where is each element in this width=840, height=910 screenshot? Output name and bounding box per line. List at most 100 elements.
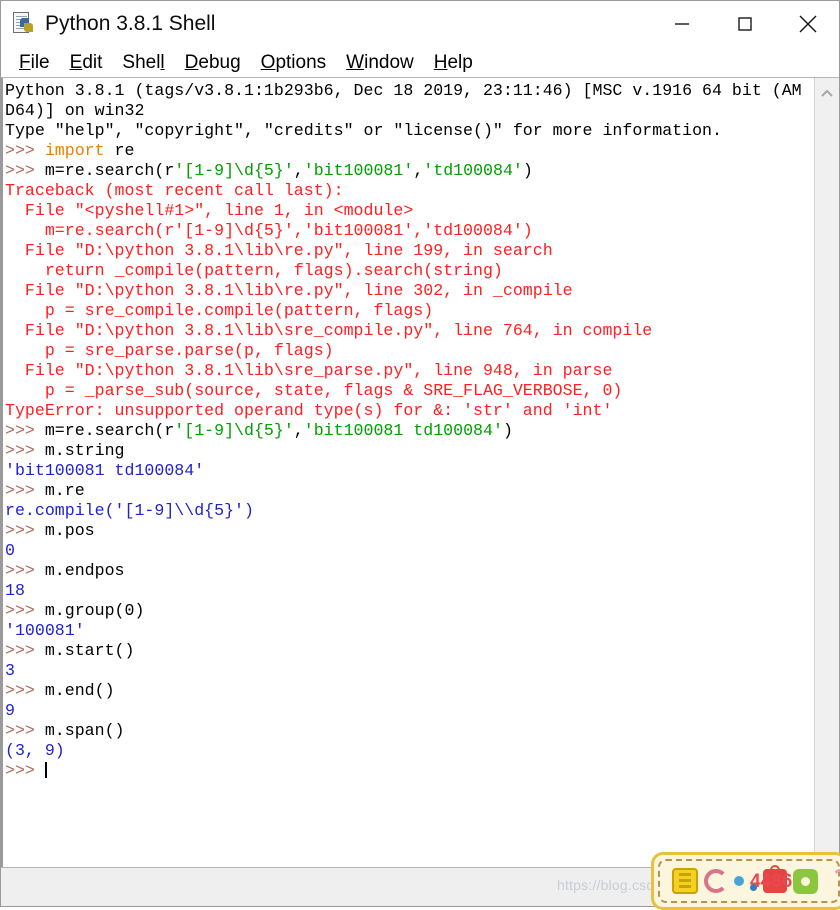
shell-line: >>> m.end() bbox=[5, 681, 814, 701]
shell-line: >>> m.pos bbox=[5, 521, 814, 541]
shell-line: >>> m=re.search(r'[1-9]\d{5}','bit100081… bbox=[5, 161, 814, 181]
menu-item-window[interactable]: Window bbox=[336, 53, 424, 72]
shell-token-plain: m.string bbox=[44, 441, 125, 460]
shell-line: 3 bbox=[5, 661, 814, 681]
shell-token-plain: m.span() bbox=[44, 721, 125, 740]
shell-token-plain: m.pos bbox=[44, 521, 95, 540]
shell-line: p = sre_parse.parse(p, flags) bbox=[5, 341, 814, 361]
shell-token-prompt: >>> bbox=[5, 521, 45, 540]
badge-tail-decoration bbox=[832, 869, 840, 891]
shell-token-str: 'bit100081' bbox=[303, 161, 414, 180]
menu-item-options[interactable]: Options bbox=[251, 53, 336, 72]
shell-line: TypeError: unsupported operand type(s) f… bbox=[5, 401, 814, 421]
shell-line: m=re.search(r'[1-9]\d{5}','bit100081','t… bbox=[5, 221, 814, 241]
shell-token-plain: , bbox=[293, 421, 304, 440]
shell-token-plain: ) bbox=[522, 161, 533, 180]
c-icon bbox=[704, 869, 728, 893]
chevron-up-icon bbox=[821, 89, 833, 97]
shell-line: File "D:\python 3.8.1\lib\sre_parse.py",… bbox=[5, 361, 814, 381]
shell-line: >>> import re bbox=[5, 141, 814, 161]
menu-accel-debug: D bbox=[184, 51, 199, 73]
shell-token-prompt: >>> bbox=[5, 441, 45, 460]
shell-line: 18 bbox=[5, 581, 814, 601]
shell-token-prompt: >>> bbox=[5, 721, 45, 740]
shell-line: File "<pyshell#1>", line 1, in <module> bbox=[5, 201, 814, 221]
shell-line: re.compile('[1-9]\\d{5}') bbox=[5, 501, 814, 521]
shell-token-err: File "D:\python 3.8.1\lib\sre_parse.py",… bbox=[5, 361, 613, 380]
close-icon bbox=[798, 15, 817, 33]
badge-icon-row bbox=[654, 855, 840, 907]
shell-token-prompt: >>> bbox=[5, 481, 45, 500]
menu-item-shell[interactable]: Shell bbox=[112, 53, 174, 72]
shell-line: >>> m=re.search(r'[1-9]\d{5}','bit100081… bbox=[5, 421, 814, 441]
menu-accel-shell: Shel bbox=[122, 51, 161, 73]
shell-token-plain: , bbox=[413, 161, 424, 180]
menu-rest-help: elp bbox=[447, 51, 473, 73]
shell-line: return _compile(pattern, flags).search(s… bbox=[5, 261, 814, 281]
shell-token-out: (3, 9) bbox=[5, 741, 65, 760]
menu-item-help[interactable]: Help bbox=[424, 53, 483, 72]
shell-token-err: File "D:\python 3.8.1\lib\sre_compile.py… bbox=[5, 321, 653, 340]
menu-accel-edit: E bbox=[69, 51, 83, 73]
shell-token-kw: import bbox=[44, 141, 105, 160]
shell-token-out: 18 bbox=[5, 581, 25, 600]
menu-accel-window: W bbox=[346, 51, 365, 73]
menu-rest-window: indow bbox=[364, 51, 414, 73]
menu-item-file[interactable]: File bbox=[9, 53, 60, 72]
shell-line: p = sre_compile.compile(pattern, flags) bbox=[5, 301, 814, 321]
shell-token-out: 0 bbox=[5, 541, 15, 560]
flower-icon bbox=[672, 868, 698, 894]
shell-token-out: 3 bbox=[5, 661, 15, 680]
shell-line: >>> bbox=[5, 761, 814, 781]
python-idle-icon bbox=[12, 12, 36, 36]
close-button[interactable] bbox=[776, 1, 839, 47]
shell-token-plain: m.start() bbox=[44, 641, 135, 660]
shell-token-err: p = sre_compile.compile(pattern, flags) bbox=[5, 301, 434, 320]
shell-token-prompt: >>> bbox=[5, 161, 45, 180]
shell-token-str: 'bit100081 td100084' bbox=[303, 421, 503, 440]
text-caret bbox=[44, 762, 47, 778]
shell-line: (3, 9) bbox=[5, 741, 814, 761]
scroll-up-button[interactable] bbox=[815, 82, 839, 106]
maximize-icon bbox=[737, 17, 752, 31]
idle-shell-window: Python 3.8.1 Shell File Edit Shell Debug… bbox=[0, 0, 840, 910]
shell-output-text[interactable]: Python 3.8.1 (tags/v3.8.1:1b293b6, Dec 1… bbox=[1, 78, 814, 867]
shell-token-plain: m.re bbox=[44, 481, 85, 500]
minimize-button[interactable] bbox=[650, 1, 713, 47]
shell-line: >>> m.string bbox=[5, 441, 814, 461]
shell-token-str: '[1-9]\d{5}' bbox=[174, 161, 294, 180]
titlebar[interactable]: Python 3.8.1 Shell bbox=[1, 1, 839, 47]
shell-line: >>> m.endpos bbox=[5, 561, 814, 581]
decorative-badge-overlay: 4486 bbox=[651, 852, 840, 910]
shell-token-err: p = _parse_sub(source, state, flags & SR… bbox=[5, 381, 623, 400]
shell-token-plain: , bbox=[293, 161, 304, 180]
shell-token-err: m=re.search(r'[1-9]\d{5}','bit100081','t… bbox=[5, 221, 533, 240]
shell-token-err: Traceback (most recent call last): bbox=[5, 181, 344, 200]
menu-rest-shell: l bbox=[160, 51, 165, 73]
shell-token-out: re.compile('[1-9]\\d{5}') bbox=[5, 501, 254, 520]
window-title: Python 3.8.1 Shell bbox=[45, 12, 216, 35]
shell-token-prompt: >>> bbox=[5, 641, 45, 660]
shell-token-plain: m.end() bbox=[44, 681, 115, 700]
menu-rest-debug: ebug bbox=[198, 51, 241, 73]
window-controls bbox=[650, 1, 839, 47]
shell-area: Python 3.8.1 (tags/v3.8.1:1b293b6, Dec 1… bbox=[1, 78, 839, 867]
shell-token-plain: D64)] on win32 bbox=[5, 101, 145, 120]
menu-rest-file: ile bbox=[30, 51, 50, 73]
menu-item-edit[interactable]: Edit bbox=[60, 53, 113, 72]
shell-token-out: 9 bbox=[5, 701, 15, 720]
menu-item-debug[interactable]: Debug bbox=[175, 53, 251, 72]
vertical-scrollbar[interactable] bbox=[814, 78, 839, 867]
shell-token-plain: ) bbox=[502, 421, 513, 440]
shell-line: >>> m.span() bbox=[5, 721, 814, 741]
shell-line: >>> m.re bbox=[5, 481, 814, 501]
shell-token-str: 'td100084' bbox=[423, 161, 523, 180]
shell-line: File "D:\python 3.8.1\lib\sre_compile.py… bbox=[5, 321, 814, 341]
menubar: File Edit Shell Debug Options Window Hel… bbox=[1, 47, 839, 78]
shell-token-err: File "<pyshell#1>", line 1, in <module> bbox=[5, 201, 414, 220]
maximize-button[interactable] bbox=[713, 1, 776, 47]
shell-token-err: TypeError: unsupported operand type(s) f… bbox=[5, 401, 613, 420]
shell-token-plain: m.group(0) bbox=[44, 601, 145, 620]
shell-token-err: p = sre_parse.parse(p, flags) bbox=[5, 341, 334, 360]
shell-line: D64)] on win32 bbox=[5, 101, 814, 121]
